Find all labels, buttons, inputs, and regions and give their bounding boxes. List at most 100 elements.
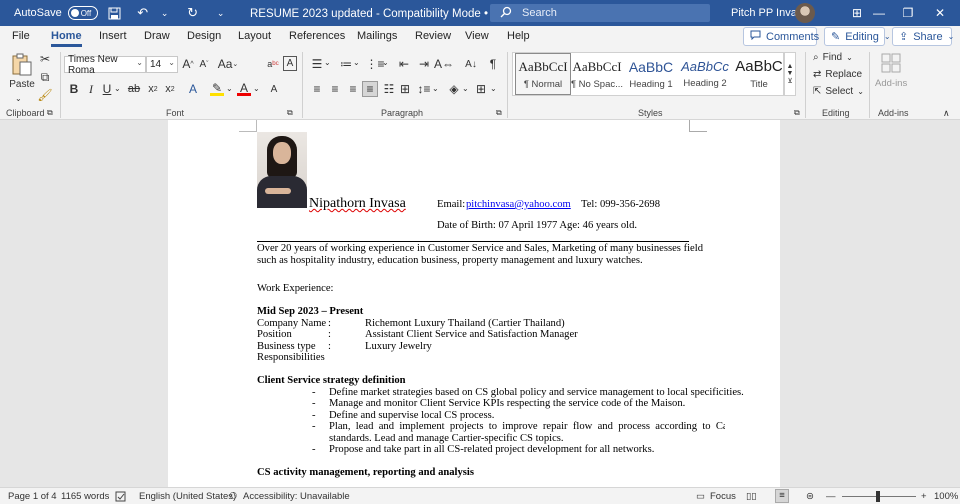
underline-dropdown-icon[interactable]: ⌄: [114, 84, 121, 93]
read-mode-icon[interactable]: ▯▯: [746, 491, 756, 502]
tab-file[interactable]: File: [12, 30, 30, 42]
minimize-icon[interactable]: —: [864, 3, 894, 23]
font-color-icon[interactable]: A: [237, 81, 251, 96]
tab-draw[interactable]: Draw: [144, 30, 170, 42]
tab-mailings[interactable]: Mailings: [357, 30, 397, 42]
borders-dropdown-icon[interactable]: ⌄: [490, 84, 497, 93]
italic-icon[interactable]: I: [86, 82, 96, 96]
style-heading-1[interactable]: AaBbC Heading 1: [623, 53, 679, 95]
show-formatting-marks-icon[interactable]: ¶: [486, 56, 500, 72]
font-name-combo[interactable]: Times New Roma ⌄: [64, 54, 146, 76]
distributed-align-icon[interactable]: ⊞: [398, 82, 412, 96]
search-box[interactable]: Search: [490, 4, 710, 22]
distributed-icon[interactable]: ☷: [382, 82, 396, 96]
shading-icon[interactable]: A: [267, 82, 281, 96]
multilevel-dropdown-icon[interactable]: ⌄: [382, 58, 389, 67]
numbering-icon[interactable]: ≔: [338, 56, 354, 72]
paragraph-launcher-icon[interactable]: ⧉: [496, 108, 502, 118]
style-title[interactable]: AaBbC Title: [731, 53, 787, 95]
zoom-slider-thumb[interactable]: [876, 491, 880, 502]
decrease-indent-icon[interactable]: ⇤: [396, 56, 412, 72]
align-left-icon[interactable]: ≡: [310, 82, 324, 96]
character-border-icon[interactable]: A: [283, 56, 297, 71]
change-case-icon[interactable]: Aa ⌄: [218, 56, 239, 72]
clipboard-launcher-icon[interactable]: ⧉: [47, 108, 53, 118]
clear-formatting-icon[interactable]: a ᵇᶜ: [265, 56, 281, 72]
format-painter-icon[interactable]: 🖌: [37, 88, 52, 102]
grow-font-icon[interactable]: A ^: [181, 56, 195, 72]
select-button[interactable]: ⇱ Select ⌄: [813, 86, 864, 97]
paste-label[interactable]: Paste: [9, 79, 35, 90]
copy-icon[interactable]: ⧉: [38, 70, 52, 84]
tab-view[interactable]: View: [465, 30, 489, 42]
autosave-toggle[interactable]: Off: [67, 6, 98, 20]
tab-review[interactable]: Review: [415, 30, 451, 42]
language[interactable]: English (United States): [139, 491, 236, 502]
replace-button[interactable]: ⇄ Replace: [813, 69, 862, 80]
shading-dropdown-icon[interactable]: ⌄: [462, 84, 469, 93]
document-page[interactable]: Nipathorn Invasa Email: pitchinvasa@yaho…: [168, 120, 780, 487]
save-icon[interactable]: [104, 2, 126, 24]
accessibility-status[interactable]: Accessibility: Unavailable: [243, 491, 350, 502]
numbering-dropdown-icon[interactable]: ⌄: [353, 58, 360, 67]
page-count[interactable]: Page 1 of 4: [8, 491, 57, 502]
paste-dropdown-icon[interactable]: ⌄: [15, 94, 22, 103]
justify-icon[interactable]: ≡: [362, 81, 378, 97]
line-spacing-dropdown-icon[interactable]: ⌄: [432, 84, 439, 93]
tab-design[interactable]: Design: [187, 30, 221, 42]
comments-button[interactable]: Comments: [743, 27, 819, 46]
email-link[interactable]: pitchinvasa@yahoo.com: [466, 199, 571, 210]
web-layout-icon[interactable]: ⊜: [806, 491, 814, 502]
font-color-dropdown-icon[interactable]: ⌄: [253, 84, 260, 93]
underline-icon[interactable]: U: [101, 82, 113, 96]
bullets-icon[interactable]: ☰: [309, 56, 325, 72]
multilevel-list-icon[interactable]: ⋮≡: [366, 56, 385, 72]
restore-icon[interactable]: ❐: [893, 3, 923, 23]
font-size-combo[interactable]: 14 ⌄: [146, 56, 178, 73]
collapse-ribbon-icon[interactable]: ∧: [943, 108, 950, 119]
highlight-dropdown-icon[interactable]: ⌄: [226, 84, 233, 93]
undo-dropdown-icon[interactable]: ⌄: [154, 2, 176, 24]
superscript-icon[interactable]: x2: [164, 82, 176, 96]
style-no-spacing[interactable]: AaBbCcI ¶ No Spac...: [569, 53, 625, 95]
profile-photo[interactable]: [257, 132, 307, 208]
styles-launcher-icon[interactable]: ⧉: [794, 108, 800, 118]
shrink-font-icon[interactable]: Aˇ: [197, 56, 211, 72]
style-heading-2[interactable]: AaBbCc Heading 2: [677, 53, 733, 95]
align-center-icon[interactable]: ≡: [328, 82, 342, 96]
zoom-level[interactable]: 100%: [934, 491, 958, 502]
tab-help[interactable]: Help: [507, 30, 530, 42]
customize-toolbar-icon[interactable]: ⌄: [210, 2, 232, 24]
find-button[interactable]: ⌕ Find ⌄: [813, 52, 853, 63]
proofing-icon[interactable]: [115, 491, 127, 504]
zoom-in-icon[interactable]: +: [921, 491, 927, 502]
tab-references[interactable]: References: [289, 30, 345, 42]
increase-indent-icon[interactable]: ⇥: [416, 56, 432, 72]
highlight-icon[interactable]: ✎: [210, 81, 224, 96]
borders-icon[interactable]: ⊞: [474, 82, 488, 96]
avatar[interactable]: [795, 3, 815, 23]
font-launcher-icon[interactable]: ⧉: [287, 108, 293, 118]
tab-home[interactable]: Home: [51, 30, 82, 47]
bullets-dropdown-icon[interactable]: ⌄: [324, 58, 331, 67]
zoom-out-icon[interactable]: —: [826, 491, 836, 502]
tab-insert[interactable]: Insert: [99, 30, 127, 42]
paragraph-shading-icon[interactable]: ◈: [446, 82, 462, 96]
focus-label[interactable]: Focus: [710, 491, 736, 502]
accessibility-icon[interactable]: ⚇: [229, 491, 238, 502]
strikethrough-icon[interactable]: ab: [127, 82, 141, 96]
cut-icon[interactable]: ✂: [38, 52, 52, 66]
text-effects-icon[interactable]: A: [186, 82, 200, 96]
redo-icon[interactable]: ↻: [182, 2, 204, 24]
line-spacing-icon[interactable]: ↕≡: [416, 82, 432, 96]
focus-icon[interactable]: ▭: [696, 491, 705, 502]
styles-scroll[interactable]: ▲ ▼ ⊻: [784, 52, 796, 96]
style-normal[interactable]: AaBbCcI ¶ Normal: [515, 53, 571, 95]
align-right-icon[interactable]: ≡: [346, 82, 360, 96]
subscript-icon[interactable]: x2: [147, 82, 159, 96]
paste-icon[interactable]: [10, 52, 34, 78]
close-icon[interactable]: ✕: [925, 3, 955, 23]
tab-layout[interactable]: Layout: [238, 30, 271, 42]
addins-button-label[interactable]: Add-ins: [875, 78, 907, 89]
print-layout-icon[interactable]: ≡: [775, 489, 789, 503]
